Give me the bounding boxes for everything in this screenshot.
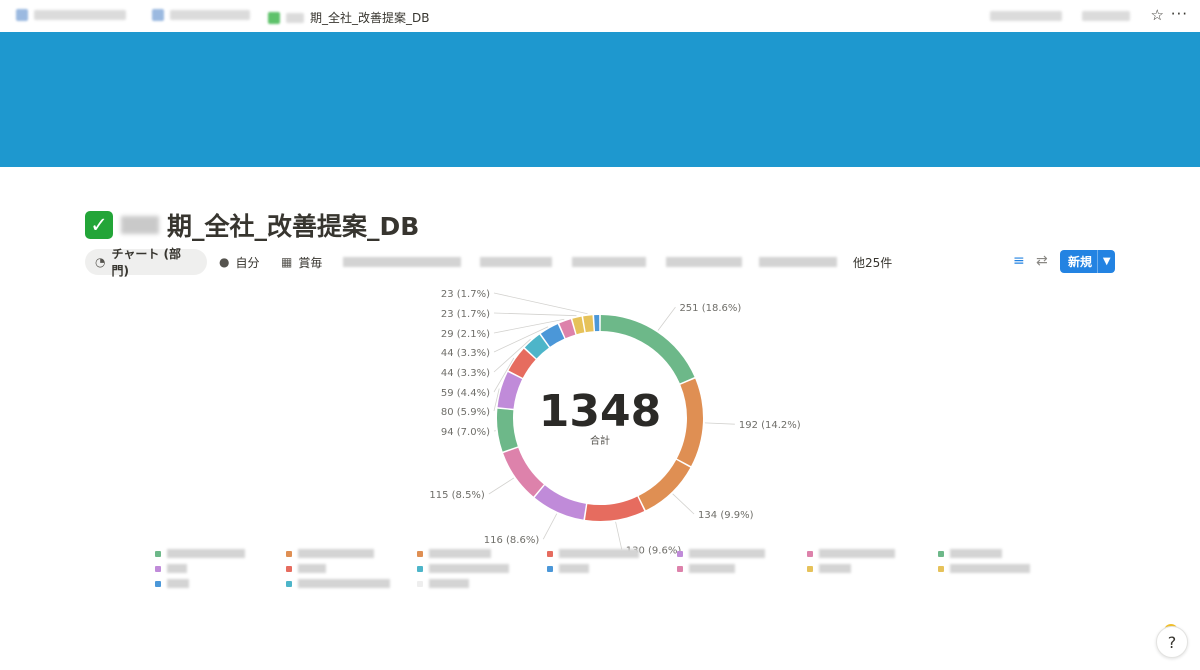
legend-item[interactable] xyxy=(417,579,469,588)
legend-item[interactable] xyxy=(807,549,895,558)
legend-label-redacted xyxy=(689,564,735,573)
donut-slice[interactable] xyxy=(583,315,594,333)
slice-data-label: 23 (1.7%) xyxy=(441,309,490,320)
legend-swatch xyxy=(155,580,161,587)
legend-item[interactable] xyxy=(677,549,765,558)
legend-swatch xyxy=(938,565,944,572)
slice-data-label: 44 (3.3%) xyxy=(441,348,490,359)
slice-data-label: 44 (3.3%) xyxy=(441,368,490,379)
slice-leader-line xyxy=(615,521,623,550)
legend-label-redacted xyxy=(559,549,639,558)
legend-swatch xyxy=(938,550,944,557)
chart-total-label: 合計 xyxy=(590,434,610,447)
donut-slice[interactable] xyxy=(497,408,518,452)
legend-item[interactable] xyxy=(677,564,735,573)
legend-swatch xyxy=(155,565,161,572)
legend-label-redacted xyxy=(167,579,189,588)
legend-item[interactable] xyxy=(286,564,326,573)
help-button[interactable]: ? xyxy=(1156,626,1188,658)
legend-swatch xyxy=(286,550,292,557)
legend-label-redacted xyxy=(950,564,1030,573)
slice-leader-line xyxy=(493,312,577,317)
legend-swatch xyxy=(547,565,553,572)
legend-item[interactable] xyxy=(155,564,187,573)
legend-label-redacted xyxy=(167,549,245,558)
slice-data-label: 134 (9.9%) xyxy=(698,510,754,521)
legend-swatch xyxy=(807,565,813,572)
legend-swatch xyxy=(677,565,683,572)
legend-label-redacted xyxy=(429,564,509,573)
slice-data-label: 29 (2.1%) xyxy=(441,329,490,340)
donut-slice[interactable] xyxy=(503,447,544,497)
slice-leader-line xyxy=(672,493,695,515)
legend-label-redacted xyxy=(167,564,187,573)
legend-swatch xyxy=(286,580,292,587)
legend-item[interactable] xyxy=(286,549,374,558)
slice-data-label: 251 (18.6%) xyxy=(679,303,741,314)
legend-label-redacted xyxy=(298,549,374,558)
legend-swatch xyxy=(155,550,161,557)
donut-slice[interactable] xyxy=(676,378,703,467)
slice-data-label: 23 (1.7%) xyxy=(441,289,490,300)
slice-data-label: 94 (7.0%) xyxy=(441,427,490,438)
slice-leader-line xyxy=(493,292,588,315)
slice-leader-line xyxy=(704,422,735,425)
legend-label-redacted xyxy=(819,549,895,558)
legend-label-redacted xyxy=(298,579,390,588)
donut-slice[interactable] xyxy=(600,315,695,384)
legend-swatch xyxy=(417,565,423,572)
slice-data-label: 116 (8.6%) xyxy=(484,535,540,546)
legend-item[interactable] xyxy=(417,564,509,573)
legend-swatch xyxy=(807,550,813,557)
legend-swatch xyxy=(286,565,292,572)
help-icon: ? xyxy=(1167,632,1177,652)
slice-leader-line xyxy=(493,388,500,412)
slice-leader-line xyxy=(657,306,676,331)
legend-item[interactable] xyxy=(155,549,245,558)
slice-leader-line xyxy=(488,477,515,495)
legend-item[interactable] xyxy=(417,549,491,558)
legend-label-redacted xyxy=(429,549,491,558)
legend-label-redacted xyxy=(950,549,1002,558)
donut-slice[interactable] xyxy=(594,315,600,332)
legend-item[interactable] xyxy=(938,549,1002,558)
donut-slice[interactable] xyxy=(497,372,523,409)
legend-item[interactable] xyxy=(286,579,390,588)
legend-label-redacted xyxy=(689,549,765,558)
legend-item[interactable] xyxy=(938,564,1030,573)
legend-item[interactable] xyxy=(547,564,589,573)
slice-data-label: 192 (14.2%) xyxy=(739,420,801,431)
legend-label-redacted xyxy=(819,564,851,573)
donut-slice[interactable] xyxy=(534,485,586,520)
legend-swatch xyxy=(677,550,683,557)
chart-total: 1348 xyxy=(539,386,661,437)
legend-label-redacted xyxy=(298,564,326,573)
legend-swatch xyxy=(417,550,423,557)
legend-swatch xyxy=(417,580,423,587)
slice-data-label: 80 (5.9%) xyxy=(441,407,490,418)
slice-leader-line xyxy=(542,513,558,540)
legend-item[interactable] xyxy=(807,564,851,573)
slice-data-label: 59 (4.4%) xyxy=(441,388,490,399)
legend-swatch xyxy=(547,550,553,557)
legend-item[interactable] xyxy=(547,549,639,558)
legend-label-redacted xyxy=(429,579,469,588)
legend-label-redacted xyxy=(559,564,589,573)
donut-slice[interactable] xyxy=(585,496,645,521)
slice-data-label: 115 (8.5%) xyxy=(429,490,485,501)
legend-item[interactable] xyxy=(155,579,189,588)
